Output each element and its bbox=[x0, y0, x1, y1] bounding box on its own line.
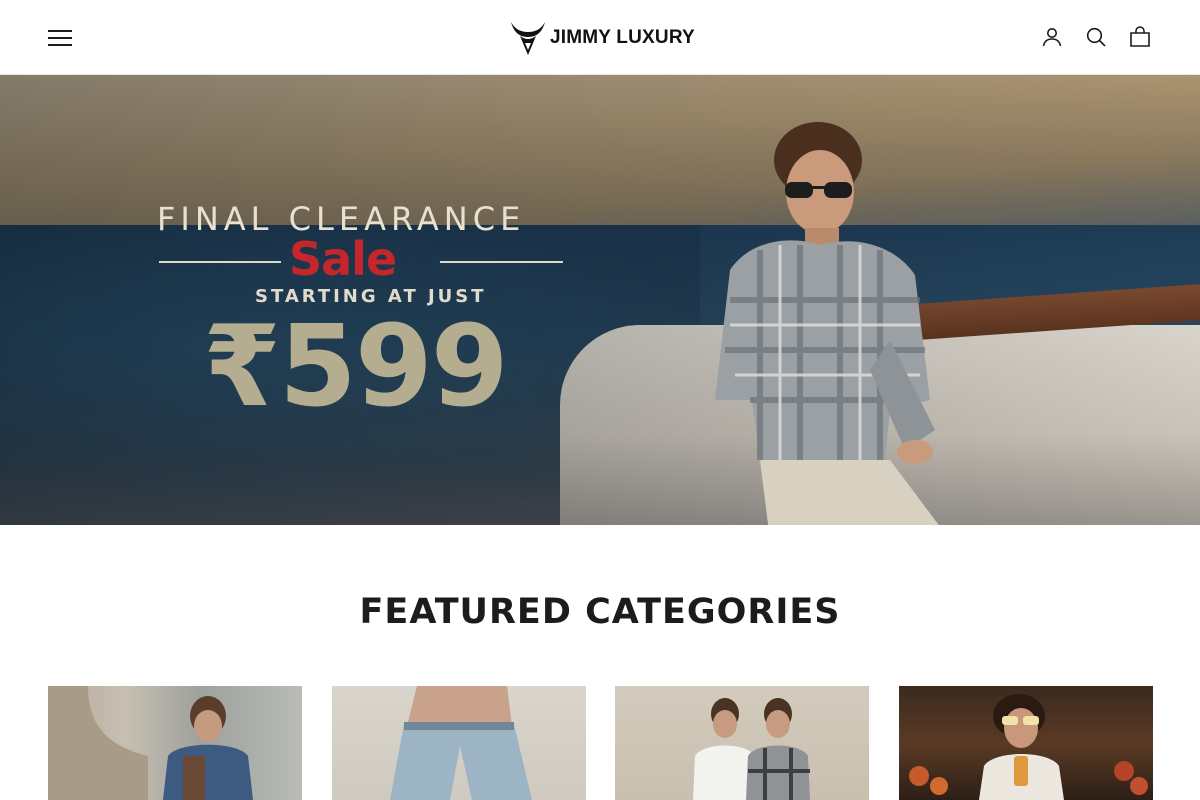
site-header: JIMMY LUXURY bbox=[0, 0, 1200, 75]
category-card-1[interactable] bbox=[48, 686, 302, 800]
sale-divider-left bbox=[159, 261, 281, 263]
hero-model-image bbox=[715, 122, 939, 525]
sale-divider-right bbox=[440, 261, 563, 263]
category-image-3 bbox=[693, 698, 810, 800]
hero-promo-text: FINAL CLEARANCE Sale STARTING AT JUST ₹5… bbox=[157, 200, 567, 423]
category-card-3[interactable] bbox=[615, 686, 869, 800]
search-icon[interactable] bbox=[1084, 25, 1108, 51]
hero-banner[interactable]: FINAL CLEARANCE Sale STARTING AT JUST ₹5… bbox=[0, 75, 1200, 525]
hamburger-menu-icon[interactable] bbox=[48, 26, 72, 50]
brand-name: JIMMY LUXURY bbox=[550, 27, 695, 48]
category-grid bbox=[48, 686, 1153, 800]
brand-logo[interactable]: JIMMY LUXURY bbox=[508, 18, 695, 58]
featured-categories-title: FEATURED CATEGORIES bbox=[359, 592, 841, 632]
cart-icon[interactable] bbox=[1128, 25, 1152, 51]
category-card-4[interactable] bbox=[899, 686, 1153, 800]
category-image-1 bbox=[48, 686, 253, 800]
hero-sale-word: Sale bbox=[289, 232, 397, 286]
category-image-2 bbox=[390, 686, 532, 800]
bull-horns-icon bbox=[511, 22, 545, 55]
account-icon[interactable] bbox=[1040, 25, 1064, 51]
category-card-2[interactable] bbox=[332, 686, 586, 800]
category-image-4 bbox=[909, 694, 1148, 800]
hero-sale-row: Sale bbox=[157, 232, 567, 286]
hero-price: ₹599 bbox=[203, 302, 509, 432]
